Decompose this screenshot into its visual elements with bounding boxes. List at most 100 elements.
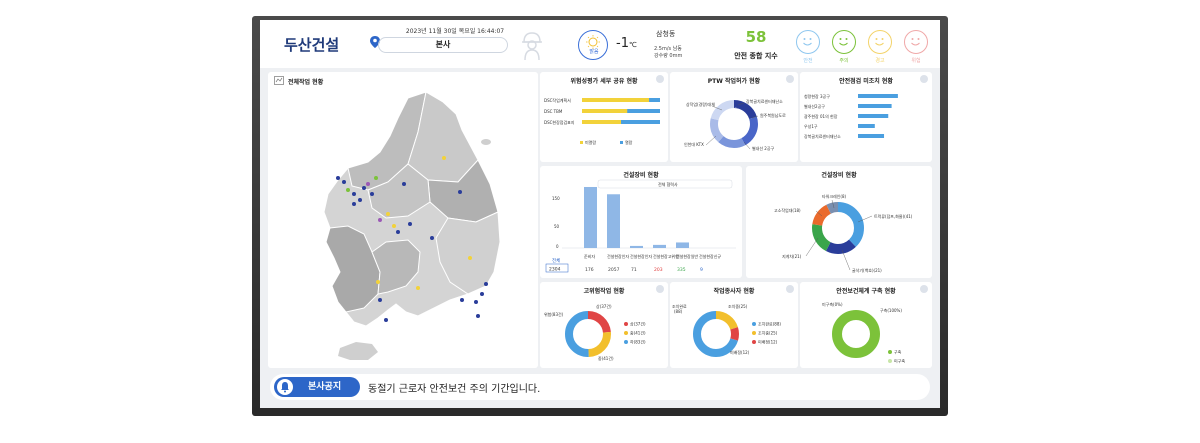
ptw-panel: PTW 작업허가 현황 상작업(경량)대체 강북골치료센터재난소 원주북원남도로… <box>670 72 798 162</box>
header-bar: 두산건설 2023년 11월 30일 목요일 16:44:07 본사 맑음 -1… <box>260 20 940 68</box>
total-value: 2304 <box>549 267 561 273</box>
rain-info: 강수량 0mm <box>654 53 683 59</box>
equipment-label: 굴삭기(백호)(21) <box>852 267 882 273</box>
equipment-bar[interactable] <box>630 245 643 248</box>
legend-label: 조치중(25) <box>758 330 778 336</box>
unchecked-row-label: 청량현장 3공구 <box>804 93 830 99</box>
current-datetime: 2023년 11월 30일 목요일 16:44:07 <box>405 28 505 35</box>
safety-face-icon <box>868 30 892 54</box>
unchecked-title: 안전점검 미조치 현황 <box>839 78 893 85</box>
legend-label: 상(37건) <box>630 321 646 327</box>
ptw-label: 별내선 2공구 <box>752 145 775 151</box>
risk-chart: DSC작업계획서 DSC TBM DSC현장점검표지미열람 열람 <box>544 97 660 145</box>
site-selector[interactable]: 본사 <box>378 37 508 53</box>
unchecked-bar <box>858 114 889 118</box>
y-tick: 50 <box>554 224 560 229</box>
legend-swatch <box>620 141 623 144</box>
equipment-bar[interactable] <box>584 186 597 248</box>
jeju-island <box>338 342 378 360</box>
unchecked-row-label: 광주현장 01의 현장 <box>804 113 838 119</box>
total-label: 전체 <box>552 257 560 264</box>
equipment-col-value: 176 <box>585 267 594 273</box>
ptw-donut: 상작업(경량)대체 강북골치료센터재난소 원주북원남도로 인천대 KTX 별내선… <box>684 98 786 151</box>
equipment-col-label: 준비자 <box>584 253 595 259</box>
korea-map[interactable] <box>268 72 538 368</box>
workers-panel: 작업종사자 현황 조치완료 (88) 조치중(25) 미배정(12) 조치완료(… <box>670 282 798 368</box>
highrisk-top-label: 상(37건) <box>596 303 612 309</box>
legend-dot <box>888 359 892 363</box>
safety-score: 58 <box>745 28 767 46</box>
safety-face-label: 경고 <box>875 58 885 64</box>
workers-top-label: 조치중(25) <box>728 303 748 309</box>
legend-label: 하(83건) <box>630 339 646 345</box>
risk-row-label: DSC현장점검표지 <box>544 119 575 125</box>
equipment-bar-panel: 건설장비 현황 전체 협력사 150 50 0 전체 2304 준비자 176 건설… <box>540 166 742 278</box>
ptw-label: 강북골치료센터재난소 <box>746 98 783 104</box>
unchecked-chart: 청량현장 3공구별내선2공구광주현장 01의 현장우성1구강북골치료센터재난소 <box>804 93 898 139</box>
weather-indicator: 맑음 <box>578 30 608 60</box>
legend-label: 미구축 <box>894 358 905 364</box>
system-right-label: 구축(100%) <box>880 307 902 313</box>
legend-dot <box>752 340 756 344</box>
legend-label: 미배정(12) <box>758 339 778 345</box>
risk-expand-button[interactable] <box>656 75 664 83</box>
safety-score-label: 안전 종합 지수 <box>734 52 778 60</box>
temperature-value: -1℃ <box>616 36 637 51</box>
legend-label: 구축 <box>894 349 902 355</box>
equipment-col-value: 71 <box>631 267 637 273</box>
highrisk-bottom-label: 중(41건) <box>598 355 614 361</box>
map-panel: 전체작업 현황 <box>268 72 538 368</box>
equipment-col-label: 건설현장일반 <box>676 253 698 259</box>
temperature-unit: ℃ <box>628 41 637 49</box>
y-tick: 0 <box>556 244 559 249</box>
unchecked-expand-button[interactable] <box>920 75 928 83</box>
legend-label: 조치완료(88) <box>758 321 781 327</box>
workers-bottom-label: 미배정(12) <box>730 349 750 355</box>
temperature-number: -1 <box>616 36 629 51</box>
equipment-col-label: 건설현장인자 <box>630 253 652 259</box>
bell-icon <box>277 379 293 395</box>
wind-info: 2.5m/s 남동 <box>654 46 682 52</box>
equipment-pie-panel: 건설장비 현황 타워크레인(8) 고소작업대(18) 트럭류(덤프,화물)(41… <box>746 166 932 278</box>
notice-text: 동절기 근로자 안전보건 주의 기간입니다. <box>368 384 541 395</box>
safety-face-label: 위험 <box>911 58 921 64</box>
ptw-label: 상작업(경량)대체 <box>686 101 715 107</box>
legend-dot <box>624 322 628 326</box>
safety-face-label: 안전 <box>803 58 813 64</box>
ptw-label: 인천대 KTX <box>684 141 704 147</box>
legend-swatch <box>580 141 583 144</box>
equipment-label: 트럭류(덤프,화물)(41) <box>874 213 913 219</box>
risk-row-label: DSC TBM <box>544 109 563 114</box>
equipment-bar[interactable] <box>676 242 689 248</box>
partner-select-label: 전체 협력사 <box>658 181 678 187</box>
equipment-bar[interactable] <box>607 194 620 248</box>
monitor-frame: 두산건설 2023년 11월 30일 목요일 16:44:07 본사 맑음 -1… <box>252 16 948 416</box>
equipment-label: 지게차(21) <box>782 253 802 259</box>
equipment-col-label: 건설현장신규 <box>699 253 721 259</box>
risk-row-label: DSC작업계획서 <box>544 97 571 103</box>
legend-dot <box>624 340 628 344</box>
notice-bar: 본사공지 동절기 근로자 안전보건 주의 기간입니다. <box>270 374 930 400</box>
equipment-col-value: 9 <box>700 267 703 273</box>
equipment-col-label: 건설현장인자 <box>607 253 629 259</box>
unchecked-bar <box>858 94 898 98</box>
equipment-bar-chart: 전체 협력사 150 50 0 전체 2304 준비자 176 건설현장인자 2057… <box>545 179 736 273</box>
equipment-col-value: 203 <box>654 267 663 273</box>
legend-dot <box>752 331 756 335</box>
equipment-bar[interactable] <box>653 244 666 248</box>
legend-label: 중(41건) <box>630 330 646 336</box>
system-left-label: 미구축(0%) <box>822 301 843 307</box>
safety-face-icon <box>904 30 928 54</box>
workers-donut: 조치완료 (88) 조치중(25) 미배정(12) 조치완료(88)조치중(25… <box>672 303 781 357</box>
legend-dot <box>752 322 756 326</box>
worker-icon <box>522 32 542 60</box>
legend-dot <box>624 331 628 335</box>
ulleung-island <box>481 139 491 145</box>
dashboard-screen: 두산건설 2023년 11월 30일 목요일 16:44:07 본사 맑음 -1… <box>260 20 940 408</box>
unchecked-bar <box>858 134 885 138</box>
unchecked-row-label: 강북골치료센터재난소 <box>804 133 841 139</box>
equipment-donut: 타워크레인(8) 고소작업대(18) 트럭류(덤프,화물)(41) 지게차(21… <box>774 193 913 273</box>
equipment-col-value: 335 <box>677 267 686 273</box>
risk-title: 위험성평가 세부 공유 현황 <box>570 78 638 85</box>
risk-bar-unread <box>582 109 628 113</box>
